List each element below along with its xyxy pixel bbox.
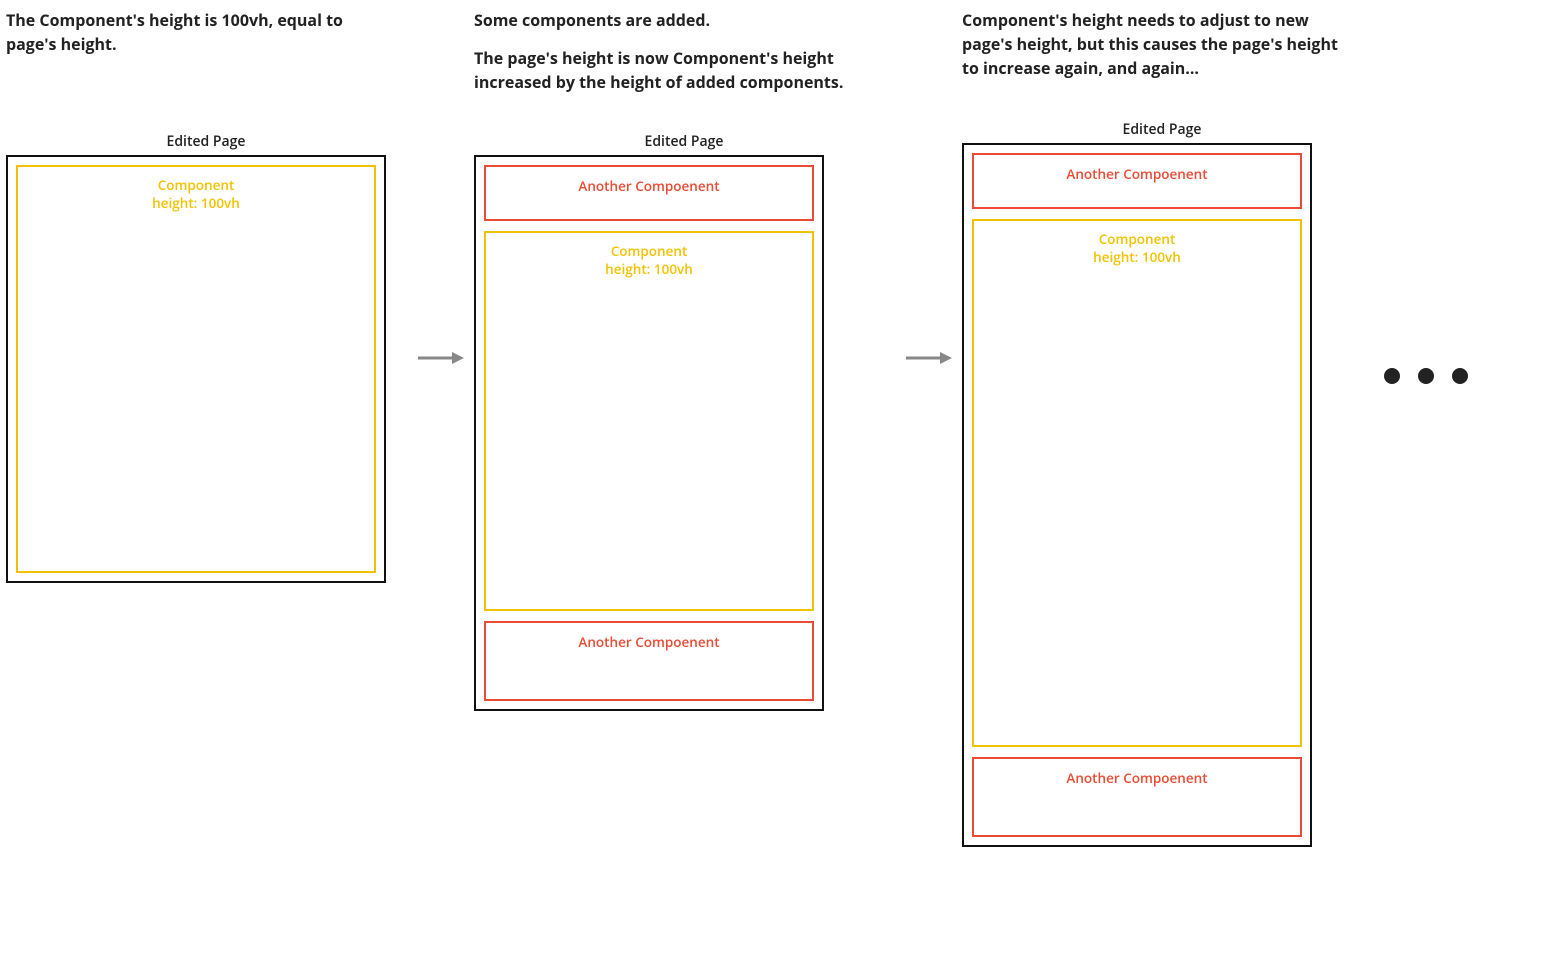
component-label: Component: [486, 243, 812, 261]
another-component-label: Another Compoenent: [1066, 769, 1207, 787]
another-component-bottom: Another Compoenent: [484, 621, 814, 701]
component-height-label: height: 100vh: [974, 249, 1300, 267]
step-2-caption-line2: The page's height is now Component's hei…: [474, 46, 874, 94]
edited-page-label: Edited Page: [474, 132, 894, 151]
arrow-right-icon: [904, 348, 952, 368]
step-1-diagram: Edited Page Component height: 100vh: [6, 132, 406, 583]
arrow-2: [894, 8, 962, 368]
another-component-label: Another Compoenent: [578, 177, 719, 195]
arrow-1: [406, 8, 474, 368]
step-1-caption: The Component's height is 100vh, equal t…: [6, 8, 406, 104]
component-100vh: Component height: 100vh: [16, 165, 376, 573]
ellipsis-icon: [1362, 8, 1468, 384]
dot-icon: [1418, 368, 1434, 384]
edited-page-box: Component height: 100vh: [6, 155, 386, 583]
component-height-label: height: 100vh: [18, 195, 374, 213]
edited-page-label: Edited Page: [6, 132, 406, 151]
diagram-container: The Component's height is 100vh, equal t…: [0, 0, 1550, 855]
component-height-label: height: 100vh: [486, 261, 812, 279]
step-2-caption-line1: Some components are added.: [474, 8, 874, 32]
arrow-right-icon: [416, 348, 464, 368]
another-component-top: Another Compoenent: [972, 153, 1302, 209]
edited-page-box: Another Compoenent Component height: 100…: [474, 155, 824, 711]
component-label: Component: [18, 177, 374, 195]
another-component-label: Another Compoenent: [1066, 165, 1207, 183]
edited-page-box: Another Compoenent Component height: 100…: [962, 143, 1312, 847]
another-component-label: Another Compoenent: [578, 633, 719, 651]
dot-icon: [1384, 368, 1400, 384]
step-3-caption: Component's height needs to adjust to ne…: [962, 8, 1362, 104]
another-component-top: Another Compoenent: [484, 165, 814, 221]
another-component-bottom: Another Compoenent: [972, 757, 1302, 837]
step-2-diagram: Edited Page Another Compoenent Component…: [474, 132, 894, 711]
step-3-diagram: Edited Page Another Compoenent Component…: [962, 120, 1362, 847]
step-3-column: Component's height needs to adjust to ne…: [962, 8, 1362, 847]
step-1-column: The Component's height is 100vh, equal t…: [6, 8, 406, 583]
component-100vh: Component height: 100vh: [972, 219, 1302, 747]
edited-page-label: Edited Page: [962, 120, 1362, 139]
component-100vh: Component height: 100vh: [484, 231, 814, 611]
step-2-column: Some components are added. The page's he…: [474, 8, 894, 711]
component-label: Component: [974, 231, 1300, 249]
step-2-caption: Some components are added. The page's he…: [474, 8, 894, 104]
dot-icon: [1452, 368, 1468, 384]
